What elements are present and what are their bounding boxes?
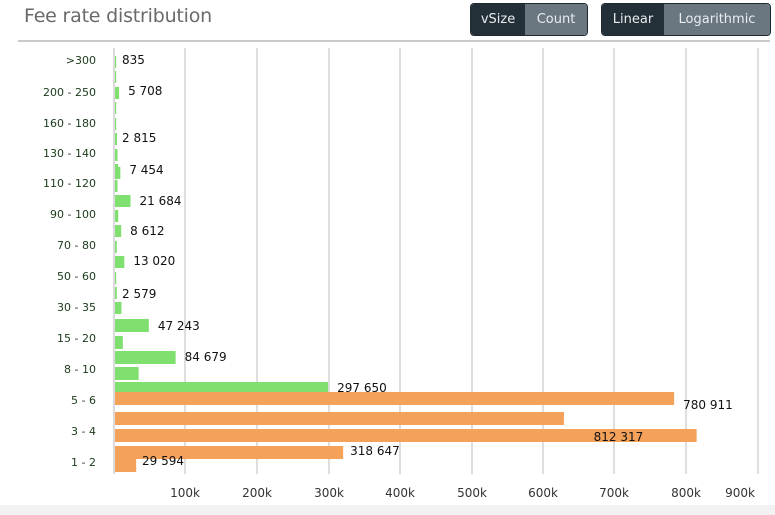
x-tick-label: 500k	[457, 486, 487, 500]
category-label: 5 - 6	[71, 394, 96, 407]
linear-button[interactable]: Linear	[602, 4, 664, 35]
bar[interactable]	[115, 133, 118, 145]
category-label: 15 - 20	[57, 332, 96, 345]
value-labels: 835 5 708 2 815 7 454 21 684 8 612 13 020 2 579…	[122, 53, 733, 468]
category-label: 30 - 35	[57, 301, 96, 314]
bar[interactable]	[115, 167, 121, 179]
vsize-button[interactable]: vSize	[471, 4, 525, 35]
bar[interactable]	[115, 71, 117, 83]
x-tick-label: 700k	[599, 486, 629, 500]
x-tick-label: 800k	[671, 486, 701, 500]
grid-layer	[113, 48, 759, 474]
category-label: 1 - 2	[71, 456, 96, 469]
category-label: 8 - 10	[64, 363, 96, 376]
x-tick-label: 300k	[314, 486, 344, 500]
bar[interactable]	[115, 180, 118, 192]
category-label: 3 - 4	[71, 425, 96, 438]
bar[interactable]	[115, 336, 123, 349]
bar[interactable]	[115, 118, 117, 130]
bar[interactable]	[115, 319, 149, 332]
bar[interactable]	[115, 195, 131, 207]
chart-header: Fee rate distribution vSize Count Linear…	[0, 0, 775, 42]
bar[interactable]	[115, 272, 117, 284]
value-label: 2 579	[122, 287, 156, 301]
bar[interactable]	[115, 102, 117, 114]
x-tick-label: 200k	[242, 486, 272, 500]
value-label: 29 594	[142, 454, 184, 468]
value-label: 47 243	[158, 319, 200, 333]
bottom-strip	[0, 505, 775, 515]
logarithmic-button[interactable]: Logarithmic	[664, 4, 770, 35]
category-label: 70 - 80	[57, 239, 96, 252]
category-label: 90 - 100	[50, 208, 96, 221]
x-tick-label: 400k	[385, 486, 415, 500]
bar[interactable]	[115, 56, 117, 68]
bar[interactable]	[115, 241, 117, 253]
bar[interactable]	[115, 225, 122, 237]
value-label: 8 612	[130, 224, 164, 238]
value-label: 780 911	[683, 398, 733, 412]
category-label: 130 - 140	[43, 147, 96, 160]
value-label: 21 684	[140, 194, 182, 208]
value-label: 318 647	[350, 444, 400, 458]
bar[interactable]	[115, 302, 122, 314]
category-label: 110 - 120	[43, 177, 96, 190]
category-label: >300	[66, 54, 96, 67]
bar[interactable]	[115, 149, 118, 161]
fee-rate-chart: >300 200 - 250 160 - 180 130 - 140 110 - 120…	[43, 48, 759, 500]
value-label: 5 708	[128, 84, 162, 98]
metric-toggle-group: vSize Count	[470, 3, 588, 36]
bar[interactable]	[115, 351, 176, 364]
category-labels: >300 200 - 250 160 - 180 130 - 140 110 - 120…	[43, 54, 96, 469]
category-label: 200 - 250	[43, 86, 96, 99]
bar[interactable]	[115, 210, 119, 222]
value-label: 812 317	[594, 430, 644, 444]
value-label: 297 650	[337, 381, 387, 395]
bar[interactable]	[115, 459, 137, 472]
x-tick-label: 100k	[170, 486, 200, 500]
value-label: 7 454	[129, 163, 163, 177]
category-label: 50 - 60	[57, 270, 96, 283]
bar[interactable]	[115, 412, 564, 425]
bar-layer	[115, 56, 697, 472]
bar[interactable]	[115, 287, 117, 299]
value-label: 2 815	[122, 131, 156, 145]
category-label: 160 - 180	[43, 117, 96, 130]
bar[interactable]	[115, 87, 120, 99]
scale-toggle-group: Linear Logarithmic	[601, 3, 771, 36]
count-button[interactable]: Count	[525, 4, 587, 35]
bar[interactable]	[115, 367, 139, 380]
value-label: 84 679	[185, 350, 227, 364]
value-label: 835	[122, 53, 145, 67]
bar[interactable]	[115, 392, 675, 405]
bar[interactable]	[115, 256, 125, 268]
value-label: 13 020	[133, 254, 175, 268]
x-tick-label: 600k	[528, 486, 558, 500]
x-tick-label: 900k	[725, 486, 755, 500]
x-tick-labels: 100k 200k 300k 400k 500k 600k 700k 800k 900k	[170, 486, 755, 500]
chart-title: Fee rate distribution	[24, 5, 213, 27]
